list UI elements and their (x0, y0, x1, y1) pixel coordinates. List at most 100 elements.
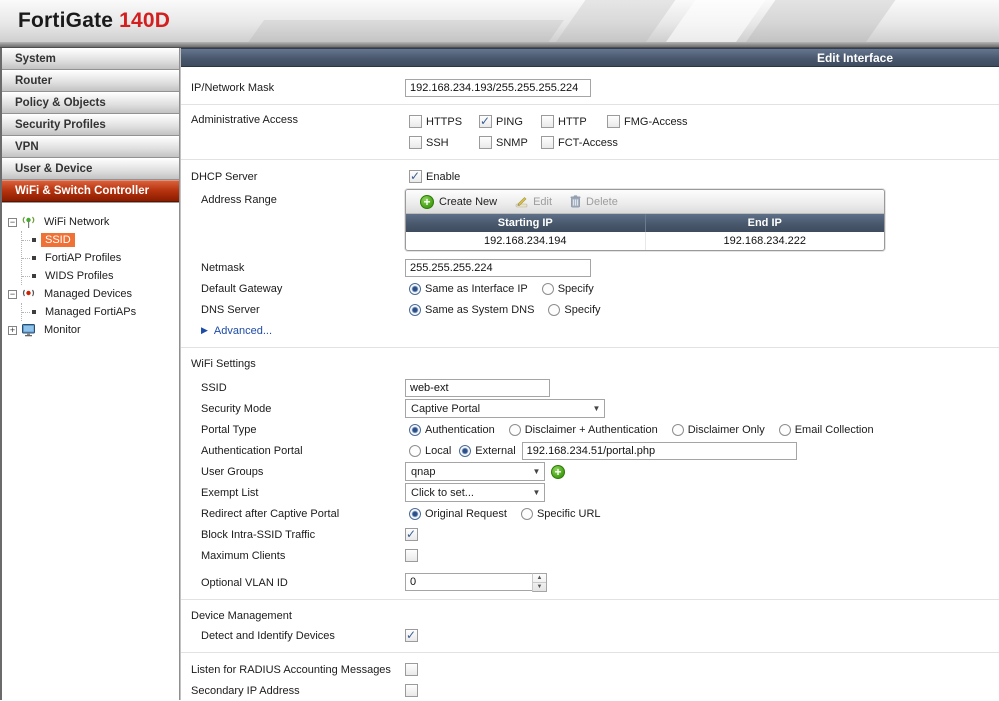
sidebar-item-policy-objects[interactable]: Policy & Objects (2, 92, 179, 114)
tree-label-managed-devices[interactable]: Managed Devices (40, 287, 136, 301)
portal-email-collection-radio[interactable] (778, 423, 791, 436)
gateway-specify-label: Specify (557, 282, 594, 295)
auth-portal-local-label: Local (425, 444, 452, 457)
exempt-list-select[interactable]: Click to set... ▼ (405, 483, 545, 502)
tree-connector (22, 311, 30, 313)
sidebar-item-system[interactable]: System (2, 48, 179, 70)
plus-circle-icon: + (420, 194, 434, 209)
tree-node-wifi-network[interactable]: WiFi Network (6, 213, 177, 231)
sidebar-item-wifi-switch-controller[interactable]: WiFi & Switch Controller (2, 180, 179, 202)
sidebar-item-router[interactable]: Router (2, 70, 179, 92)
redirect-specific-label: Specific URL (536, 507, 601, 520)
auth-portal-external-label: External (475, 444, 516, 457)
fct-access-option: FCT-Access (537, 136, 618, 149)
tree-bullet-icon (32, 256, 36, 260)
netmask-row: Netmask (191, 257, 999, 278)
gateway-same-radio[interactable] (409, 282, 421, 295)
https-checkbox[interactable] (409, 115, 422, 128)
fmg-access-checkbox[interactable] (607, 115, 620, 128)
sidebar-item-vpn[interactable]: VPN (2, 136, 179, 158)
dhcp-enable-checkbox[interactable] (409, 169, 422, 183)
portal-disclaimer-only-radio[interactable] (671, 423, 684, 436)
edit-label: Edit (533, 195, 553, 208)
dns-specify-option: Specify (544, 303, 601, 316)
redirect-original-radio[interactable] (409, 507, 421, 520)
dhcp-server-row: DHCP Server Enable (191, 166, 999, 187)
block-intra-ssid-checkbox[interactable] (405, 527, 418, 541)
managed-devices-antenna-icon (22, 289, 35, 297)
address-range-table-row[interactable]: 192.168.234.194 192.168.234.222 (406, 232, 884, 250)
fct-access-checkbox[interactable] (541, 136, 554, 149)
tree-node-ssid[interactable]: SSID (22, 231, 177, 249)
ping-checkbox[interactable] (479, 114, 492, 128)
vlan-input[interactable] (405, 573, 533, 591)
maximum-clients-checkbox[interactable] (405, 549, 418, 562)
device-management-section-label: Device Management (191, 609, 292, 622)
tree-label-ssid[interactable]: SSID (41, 233, 75, 247)
tree-node-managed-fortiaps[interactable]: Managed FortiAPs (22, 303, 177, 321)
delete-label: Delete (586, 195, 618, 208)
delete-button[interactable]: Delete (570, 195, 618, 208)
create-new-button[interactable]: + Create New (414, 194, 497, 209)
default-gateway-row: Default Gateway Same as Interface IP Spe… (191, 278, 999, 299)
collapse-icon[interactable] (8, 289, 17, 299)
radius-checkbox[interactable] (405, 663, 418, 676)
sidebar-item-user-device[interactable]: User & Device (2, 158, 179, 180)
device-brand: FortiGate 140D (18, 9, 170, 33)
radius-label: Listen for RADIUS Accounting Messages (191, 663, 391, 676)
ip-network-mask-input[interactable] (405, 78, 591, 97)
tree-node-wids-profiles[interactable]: WIDS Profiles (22, 267, 177, 285)
security-mode-row: Security Mode Captive Portal ▼ (191, 398, 999, 419)
gateway-specify-radio[interactable] (541, 282, 554, 295)
sidebar-item-security-profiles[interactable]: Security Profiles (2, 114, 179, 136)
advanced-link[interactable]: ▶ Advanced... (191, 325, 272, 337)
divider (181, 652, 999, 653)
brand-name: FortiGate (18, 9, 114, 32)
user-groups-select[interactable]: qnap ▼ (405, 462, 545, 481)
ssid-input[interactable] (405, 378, 550, 397)
tree-label-wifi-network[interactable]: WiFi Network (40, 215, 113, 229)
redirect-original-label: Original Request (425, 507, 507, 520)
tree-label-fortiap-profiles[interactable]: FortiAP Profiles (41, 251, 125, 265)
auth-portal-external-radio[interactable] (459, 444, 472, 457)
exempt-list-row: Exempt List Click to set... ▼ (191, 482, 999, 503)
tree-label-monitor[interactable]: Monitor (40, 323, 85, 337)
tree-node-monitor[interactable]: Monitor (6, 321, 177, 339)
block-intra-ssid-row: Block Intra-SSID Traffic (191, 524, 999, 545)
edit-button[interactable]: Edit (515, 195, 552, 208)
portal-disclaimer-auth-radio[interactable] (508, 423, 521, 436)
snmp-label: SNMP (496, 136, 528, 149)
tree-label-managed-fortiaps[interactable]: Managed FortiAPs (41, 305, 140, 319)
trash-icon (570, 195, 581, 208)
https-option: HTTPS (405, 115, 465, 128)
dns-same-radio[interactable] (409, 303, 421, 316)
auth-portal-url-input[interactable] (521, 441, 797, 460)
tree-node-managed-devices[interactable]: Managed Devices (6, 285, 177, 303)
spinner-down-icon[interactable]: ▼ (533, 583, 546, 591)
auth-portal-local-option: Local (405, 444, 452, 457)
dns-specify-radio[interactable] (548, 303, 561, 316)
pencil-icon (515, 197, 528, 208)
auth-portal-local-radio[interactable] (409, 444, 421, 457)
tree-label-wids-profiles[interactable]: WIDS Profiles (41, 269, 117, 283)
starting-ip-header: Starting IP (406, 214, 646, 232)
secondary-ip-checkbox[interactable] (405, 684, 418, 697)
expand-icon[interactable] (8, 325, 17, 335)
spinner-up-icon[interactable]: ▲ (533, 574, 546, 583)
add-user-group-button[interactable]: + (551, 464, 565, 479)
security-mode-select[interactable]: Captive Portal ▼ (405, 399, 605, 418)
tree-node-fortiap-profiles[interactable]: FortiAP Profiles (22, 249, 177, 267)
http-checkbox[interactable] (541, 115, 554, 128)
detect-identify-checkbox[interactable] (405, 628, 418, 642)
portal-disclaimer-only-label: Disclaimer Only (687, 423, 765, 436)
wifi-antenna-icon (22, 216, 35, 228)
ssh-checkbox[interactable] (409, 136, 422, 149)
user-groups-label: User Groups (201, 465, 264, 478)
admin-access-row1: HTTPS PING HTTP FMG-Access (405, 111, 698, 132)
portal-type-label: Portal Type (201, 423, 257, 436)
netmask-input[interactable] (405, 258, 591, 277)
portal-authentication-radio[interactable] (409, 423, 421, 436)
redirect-specific-radio[interactable] (520, 507, 533, 520)
collapse-icon[interactable] (8, 217, 17, 227)
snmp-checkbox[interactable] (479, 136, 492, 149)
